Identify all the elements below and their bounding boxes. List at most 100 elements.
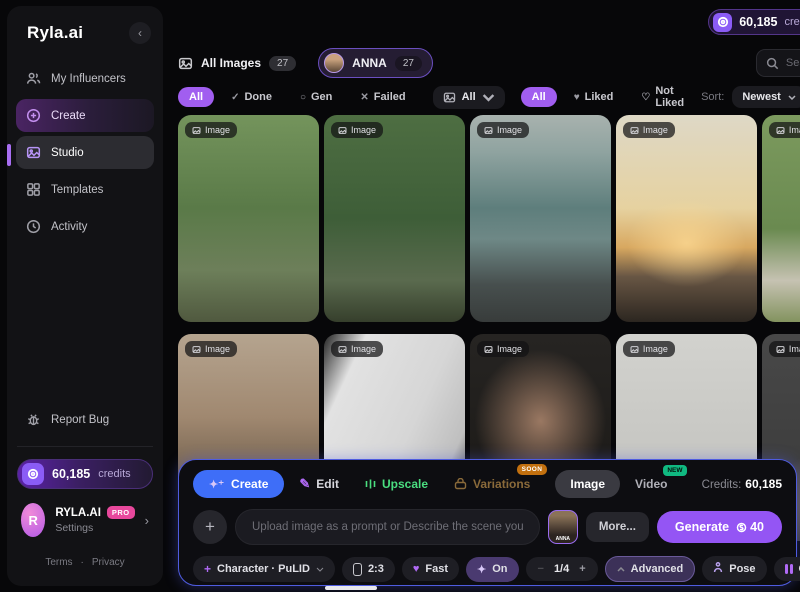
filter-liked[interactable]: ♥Liked xyxy=(563,87,625,107)
tab-all-images[interactable]: All Images 27 xyxy=(178,56,296,71)
sidebar-item-activity[interactable]: Activity xyxy=(16,210,154,243)
composer-tab-variations[interactable]: Variations SOON xyxy=(443,471,541,497)
image-card[interactable]: Image xyxy=(616,115,757,322)
composer-tab-upscale[interactable]: Upscale xyxy=(354,471,439,497)
credits-amount: 60,185 xyxy=(739,15,777,29)
coin-icon xyxy=(736,522,747,533)
image-card[interactable]: Image xyxy=(324,115,465,322)
filter-status-all[interactable]: All xyxy=(178,87,214,107)
sparkle-icon: ✦⁺ xyxy=(209,478,224,491)
profile-name: RYLA.AI xyxy=(55,507,101,519)
report-bug-label: Report Bug xyxy=(51,414,109,426)
horizontal-scrollbar[interactable] xyxy=(325,586,377,590)
mode-video-button[interactable]: Video NEW xyxy=(624,471,678,497)
image-icon xyxy=(26,145,41,160)
report-bug-button[interactable]: Report Bug xyxy=(16,403,154,436)
basket-icon xyxy=(454,478,467,490)
privacy-link[interactable]: Privacy xyxy=(92,557,125,568)
character-model-dropdown[interactable]: + Character · PuLID xyxy=(193,556,335,582)
search-input[interactable] xyxy=(786,57,800,69)
clock-icon xyxy=(26,219,41,234)
search-icon xyxy=(766,57,779,70)
increase-button[interactable]: + xyxy=(579,563,585,575)
more-button[interactable]: More... xyxy=(586,512,649,542)
outfit-button[interactable]: Outfit xyxy=(774,557,800,581)
heart-icon: ♥ xyxy=(413,563,420,575)
decrease-button[interactable]: − xyxy=(538,563,544,575)
header-credits-badge[interactable]: 60,185 credits xyxy=(708,9,800,35)
character-avatar-label: ANNA xyxy=(549,536,577,542)
app-logo: Ryla.ai xyxy=(27,23,83,43)
image-card[interactable]: Image xyxy=(178,115,319,322)
generation-composer: ✦⁺Create ✎Edit Upscale Variations SOON I… xyxy=(178,459,797,586)
tab-anna[interactable]: ANNA 27 xyxy=(318,48,433,78)
sparkle-icon: ✦ xyxy=(477,563,486,576)
aspect-ratio-button[interactable]: 2:3 xyxy=(342,557,395,582)
sidebar-menu: My Influencers Create Studio Templates A… xyxy=(7,58,163,247)
image-icon xyxy=(443,91,456,104)
batch-count-stepper: − 1/4 + xyxy=(526,557,598,581)
tab-count: 27 xyxy=(395,56,422,71)
pose-button[interactable]: Pose xyxy=(702,556,766,582)
image-type-badge: Image xyxy=(331,341,383,357)
upload-image-button[interactable]: + xyxy=(193,510,227,544)
batch-count-value: 1/4 xyxy=(554,563,569,575)
mode-image-button[interactable]: Image xyxy=(555,470,620,498)
collection-tabs: All Images 27 ANNA 27 xyxy=(178,44,800,82)
sidebar-item-create[interactable]: Create xyxy=(16,99,154,132)
sidebar: Ryla.ai ‹ My Influencers Create Studio T… xyxy=(7,6,163,586)
chevron-down-icon xyxy=(788,95,796,100)
filter-status-done[interactable]: ✓Done xyxy=(220,87,283,107)
image-icon xyxy=(192,345,201,354)
upscale-bars-icon xyxy=(365,478,376,490)
check-icon: ✓ xyxy=(231,92,239,103)
image-icon xyxy=(178,56,193,71)
credits-suffix: credits xyxy=(784,16,800,28)
avatar: R xyxy=(21,503,45,537)
character-avatar[interactable]: ANNA xyxy=(548,510,578,544)
app-root: Ryla.ai ‹ My Influencers Create Studio T… xyxy=(0,0,800,592)
filter-like-all[interactable]: All xyxy=(521,87,557,107)
terms-link[interactable]: Terms xyxy=(45,557,72,568)
soon-badge: SOON xyxy=(517,464,548,475)
image-icon xyxy=(776,126,785,135)
heart-icon: ♥ xyxy=(574,92,580,103)
sidebar-item-templates[interactable]: Templates xyxy=(16,173,154,206)
enhance-toggle[interactable]: ✦ On xyxy=(466,557,519,582)
sort-dropdown[interactable]: Newest xyxy=(732,86,800,108)
advanced-button[interactable]: Advanced xyxy=(605,556,696,582)
image-icon xyxy=(630,126,639,135)
credits-amount: 60,185 xyxy=(745,477,782,491)
prompt-input[interactable] xyxy=(235,509,540,545)
top-header: 60,185 credits xyxy=(178,0,800,44)
generate-button[interactable]: Generate 40 xyxy=(657,511,782,543)
image-type-badge: Image xyxy=(623,341,675,357)
chevron-down-icon xyxy=(482,91,495,104)
pro-badge: PRO xyxy=(107,506,135,519)
image-type-badge: Image xyxy=(769,341,800,357)
plus-icon: + xyxy=(204,562,211,576)
media-type-dropdown[interactable]: All xyxy=(433,86,505,109)
sidebar-collapse-button[interactable]: ‹ xyxy=(129,22,151,44)
sidebar-credits-badge[interactable]: 60,185 credits xyxy=(17,459,153,489)
grid-icon xyxy=(26,182,41,197)
image-card[interactable]: Image xyxy=(470,115,611,322)
settings-link[interactable]: Settings xyxy=(55,522,134,534)
composer-tab-edit[interactable]: ✎Edit xyxy=(288,470,350,498)
filter-status-gen[interactable]: ○Gen xyxy=(289,87,343,107)
composer-tab-create[interactable]: ✦⁺Create xyxy=(193,470,284,498)
sidebar-item-my-influencers[interactable]: My Influencers xyxy=(16,62,154,95)
image-type-badge: Image xyxy=(769,122,800,138)
profile-menu[interactable]: R RYLA.AI PRO Settings › xyxy=(17,489,153,543)
credits-suffix: credits xyxy=(98,468,130,480)
filter-not-liked[interactable]: ♡Not Liked xyxy=(630,81,695,113)
outfit-icon xyxy=(785,564,793,574)
image-type-badge: Image xyxy=(185,122,237,138)
image-card[interactable]: Image xyxy=(762,115,800,322)
sidebar-item-studio[interactable]: Studio xyxy=(16,136,154,169)
credits-amount: 60,185 xyxy=(52,467,90,481)
sort-label: Sort: xyxy=(701,91,724,103)
image-icon xyxy=(776,345,785,354)
filter-status-failed[interactable]: ✕Failed xyxy=(349,87,416,107)
fast-mode-button[interactable]: ♥ Fast xyxy=(402,557,459,581)
